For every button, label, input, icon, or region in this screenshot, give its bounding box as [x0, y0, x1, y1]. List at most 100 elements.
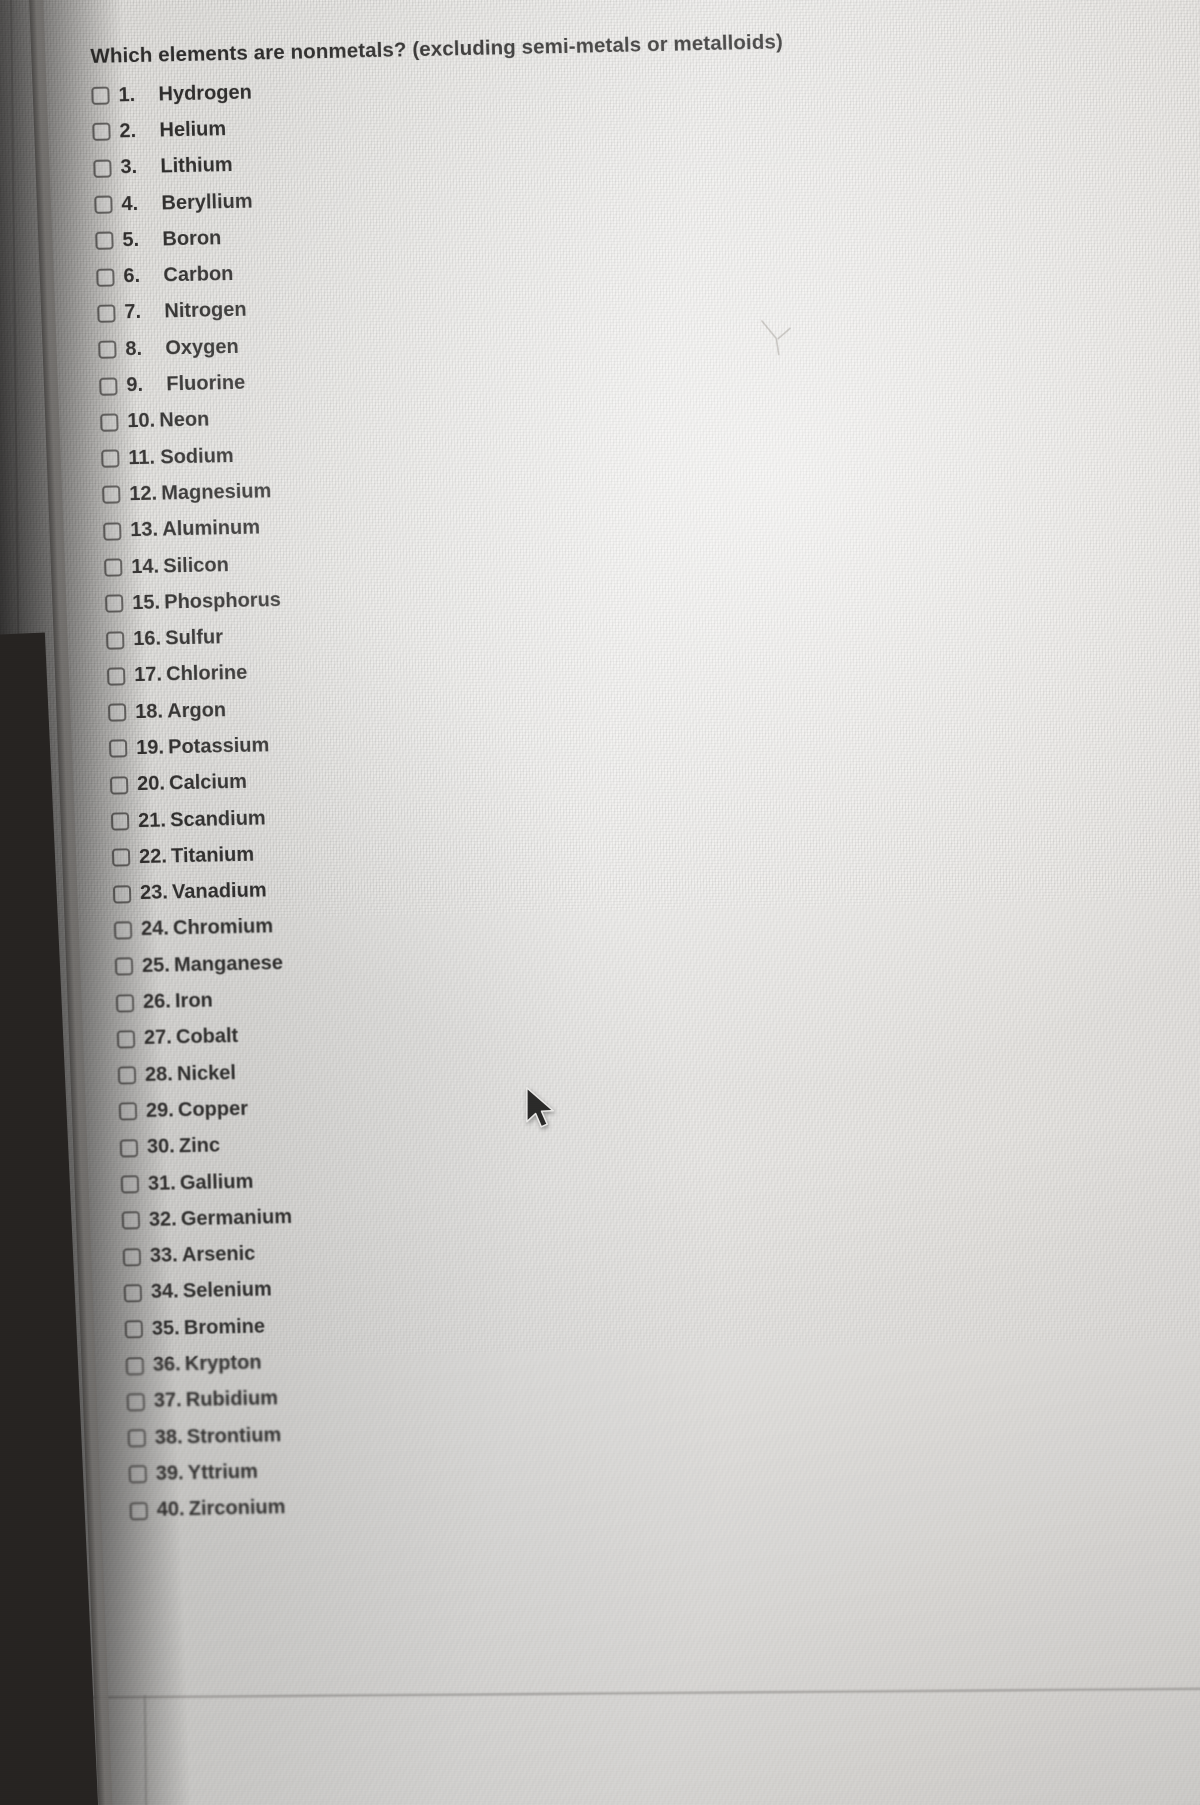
option-label: Hydrogen [158, 81, 253, 106]
option-number: 30. [146, 1135, 176, 1159]
checkbox-sulfur[interactable] [106, 630, 125, 650]
option-label: Silicon [162, 553, 230, 577]
checkbox-hydrogen[interactable] [91, 86, 110, 106]
option-number: 16. [132, 627, 162, 651]
checkbox-arsenic[interactable] [122, 1247, 142, 1267]
checkbox-argon[interactable] [107, 703, 127, 722]
option-label: Nickel [176, 1061, 237, 1085]
option-number: 32. [148, 1208, 178, 1231]
option-number: 22. [138, 845, 168, 868]
checkbox-yttrium[interactable] [128, 1465, 148, 1484]
option-label: Chlorine [165, 662, 248, 686]
checkbox-calcium[interactable] [109, 776, 129, 795]
option-number: 39. [155, 1462, 184, 1485]
checkbox-sodium[interactable] [101, 449, 120, 468]
option-number: 1. [118, 83, 136, 106]
option-number: 33. [149, 1244, 179, 1268]
checkbox-oxygen[interactable] [98, 340, 117, 360]
option-label: Helium [159, 118, 227, 142]
option-label: Iron [174, 989, 214, 1013]
checkbox-phosphorus[interactable] [105, 594, 124, 614]
option-number: 7. [124, 301, 142, 324]
checkbox-bromine[interactable] [124, 1320, 144, 1339]
option-number: 24. [140, 917, 170, 941]
option-label: Neon [159, 408, 210, 432]
option-label: Nitrogen [164, 299, 247, 323]
option-label: Yttrium [187, 1460, 259, 1485]
option-label: Argon [166, 698, 227, 723]
checkbox-gallium[interactable] [120, 1175, 140, 1194]
option-label: Gallium [179, 1170, 254, 1194]
checkbox-germanium[interactable] [121, 1211, 141, 1230]
option-label: Zinc [178, 1134, 221, 1158]
checkbox-aluminum[interactable] [103, 522, 122, 541]
option-number: 36. [152, 1353, 181, 1376]
checkbox-cobalt[interactable] [116, 1030, 136, 1049]
option-number: 37. [153, 1389, 182, 1413]
option-number: 19. [135, 736, 165, 760]
option-number: 28. [144, 1063, 174, 1086]
checkbox-titanium[interactable] [111, 848, 131, 867]
option-label: Sodium [160, 444, 234, 469]
option-number: 13. [129, 518, 159, 542]
checkbox-scandium[interactable] [110, 812, 130, 831]
checkbox-chromium[interactable] [113, 921, 133, 940]
option-label: Bromine [183, 1315, 266, 1339]
option-number: 27. [143, 1026, 173, 1050]
option-label: Zirconium [188, 1496, 286, 1521]
checkbox-beryllium[interactable] [94, 195, 113, 214]
checkbox-krypton[interactable] [125, 1356, 145, 1375]
option-label: Krypton [184, 1351, 262, 1376]
option-number: 15. [131, 591, 161, 614]
checkbox-boron[interactable] [95, 231, 114, 251]
checkbox-silicon[interactable] [104, 558, 123, 577]
screen-surface: Which elements are nonmetals? (excluding… [0, 0, 1200, 1805]
option-label: Titanium [170, 843, 255, 868]
option-number: 20. [136, 772, 166, 796]
checkbox-nitrogen[interactable] [97, 304, 116, 323]
checkbox-vanadium[interactable] [112, 884, 132, 904]
options-list: 1. Hydrogen 2. Helium 3. Lithium 4. Beryllium 5.… [91, 61, 950, 1530]
option-label: Scandium [169, 806, 266, 831]
option-label: Lithium [160, 154, 233, 178]
option-label: Calcium [168, 771, 248, 795]
mouse-cursor-arrow-icon [526, 1086, 554, 1128]
option-number: 9. [126, 373, 144, 397]
checkbox-zirconium[interactable] [129, 1501, 149, 1521]
option-label: Magnesium [160, 480, 272, 505]
option-number: 5. [122, 228, 140, 252]
checkbox-nickel[interactable] [117, 1066, 137, 1085]
checkbox-lithium[interactable] [93, 159, 112, 178]
option-label: Aluminum [161, 516, 261, 541]
checkbox-zinc[interactable] [119, 1138, 139, 1158]
option-number: 12. [129, 482, 158, 506]
question-block: Which elements are nonmetals? (excluding… [90, 28, 950, 1530]
option-number: 6. [123, 265, 141, 288]
checkbox-iron[interactable] [115, 993, 135, 1013]
option-number: 2. [119, 119, 137, 143]
checkbox-helium[interactable] [92, 122, 111, 142]
checkbox-fluorine[interactable] [99, 376, 118, 396]
checkbox-magnesium[interactable] [102, 485, 121, 505]
option-number: 18. [134, 700, 164, 723]
option-number: 38. [154, 1425, 183, 1449]
checkbox-strontium[interactable] [127, 1429, 147, 1448]
option-number: 35. [151, 1317, 180, 1340]
checkbox-neon[interactable] [100, 413, 119, 432]
option-number: 17. [133, 663, 163, 687]
option-label: Arsenic [181, 1242, 256, 1267]
checkbox-potassium[interactable] [108, 739, 128, 759]
checkbox-copper[interactable] [118, 1102, 138, 1121]
option-label: Rubidium [185, 1387, 279, 1412]
option-number: 23. [139, 881, 169, 905]
checkbox-chlorine[interactable] [106, 667, 126, 686]
checkbox-manganese[interactable] [114, 957, 134, 976]
checkbox-carbon[interactable] [96, 268, 115, 287]
checkbox-selenium[interactable] [123, 1284, 143, 1303]
option-number: 29. [145, 1099, 175, 1122]
option-number: 3. [120, 156, 138, 179]
option-number: 4. [121, 192, 139, 215]
checkbox-rubidium[interactable] [126, 1392, 146, 1412]
option-label: Oxygen [165, 335, 240, 360]
option-label: Cobalt [175, 1025, 239, 1049]
